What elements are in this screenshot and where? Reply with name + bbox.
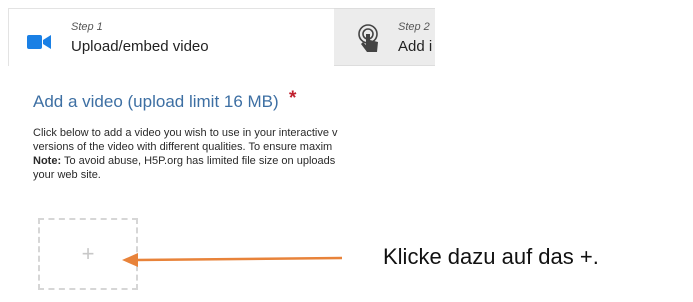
note-line: Note: To avoid abuse, H5P.org has limite… — [33, 154, 435, 168]
step-1-number: Step 1 — [71, 21, 103, 33]
annotation-text: Klicke dazu auf das +. — [383, 244, 599, 269]
note-label: Note: — [33, 155, 62, 167]
touch-hand-icon — [358, 24, 378, 52]
note-text: To avoid abuse, H5P.org has limited file… — [61, 155, 336, 167]
required-marker: * — [289, 88, 297, 109]
tab-step-2[interactable]: Step 2 Add i — [334, 8, 435, 66]
field-description: Click below to add a video you wish to u… — [33, 126, 435, 182]
description-line: your web site. — [33, 169, 101, 181]
annotation-arrow — [122, 253, 343, 267]
tab-divider — [334, 65, 435, 66]
tab-step-1[interactable]: Step 1 Upload/embed video — [8, 8, 334, 66]
step-1-title: Upload/embed video — [71, 38, 209, 55]
video-camera-icon — [27, 35, 51, 49]
description-line: Click below to add a video you wish to u… — [33, 127, 338, 139]
step-tabs: Step 1 Upload/embed video Step 2 Add i — [0, 0, 435, 66]
description-line: versions of the video with different qua… — [33, 141, 333, 153]
step-2-number: Step 2 — [398, 21, 430, 33]
video-field-label: Add a video (upload limit 16 MB) — [33, 92, 279, 111]
step-2-title: Add i — [398, 38, 433, 55]
